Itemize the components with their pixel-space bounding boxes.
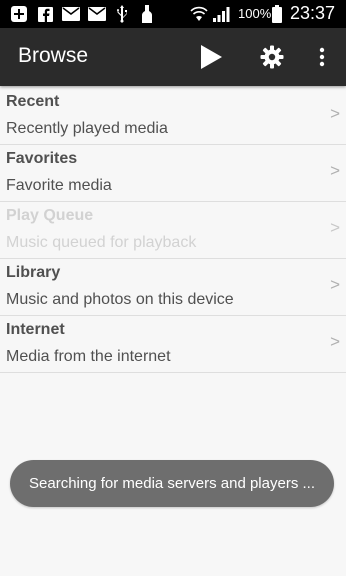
usb-icon (116, 5, 128, 23)
list-item-title: Recent (6, 93, 60, 110)
play-button[interactable] (196, 42, 226, 72)
chevron-right-icon: > (330, 332, 340, 351)
mail-icon (88, 5, 106, 23)
chevron-right-icon: > (330, 161, 340, 180)
mail-icon (62, 5, 80, 23)
list-item-title: Favorites (6, 150, 78, 167)
list-item-subtitle: Music and photos on this device (6, 291, 234, 308)
screen: 100% 23:37 Browse Recent Recently played… (0, 0, 346, 576)
chevron-right-icon: > (330, 104, 340, 123)
overflow-menu-button[interactable] (307, 42, 337, 72)
battery-percentage: 100% (238, 6, 272, 21)
list-item-title: Library (6, 264, 61, 281)
list-item-subtitle: Music queued for playback (6, 234, 197, 251)
list-item-subtitle: Media from the internet (6, 348, 171, 365)
wifi-icon (190, 5, 208, 23)
list-item-internet[interactable]: Internet Media from the internet > (0, 316, 346, 373)
overflow-menu-icon (319, 47, 325, 67)
toast-message: Searching for media servers and players … (10, 460, 334, 507)
list-item-subtitle: Recently played media (6, 120, 168, 137)
list-item-library[interactable]: Library Music and photos on this device … (0, 259, 346, 316)
list-item-title: Internet (6, 321, 65, 338)
clock: 23:37 (290, 3, 336, 23)
facebook-icon (38, 5, 53, 23)
list-item-favorites[interactable]: Favorites Favorite media > (0, 145, 346, 202)
gear-icon (260, 45, 284, 69)
app-bar: Browse (0, 28, 346, 86)
add-notification-icon (11, 5, 27, 23)
signal-icon (212, 5, 230, 23)
battery-icon (272, 5, 282, 23)
settings-button[interactable] (257, 42, 287, 72)
status-bar: 100% 23:37 (0, 0, 346, 28)
chevron-right-icon: > (330, 218, 340, 237)
list-item-title: Play Queue (6, 207, 94, 224)
bottle-icon (142, 5, 152, 23)
list-item-play-queue: Play Queue Music queued for playback > (0, 202, 346, 259)
list-item-recent[interactable]: Recent Recently played media > (0, 88, 346, 145)
browse-list: Recent Recently played media > Favorites… (0, 88, 346, 373)
play-icon (201, 45, 222, 69)
list-item-subtitle: Favorite media (6, 177, 112, 194)
page-title: Browse (18, 44, 89, 67)
chevron-right-icon: > (330, 275, 340, 294)
